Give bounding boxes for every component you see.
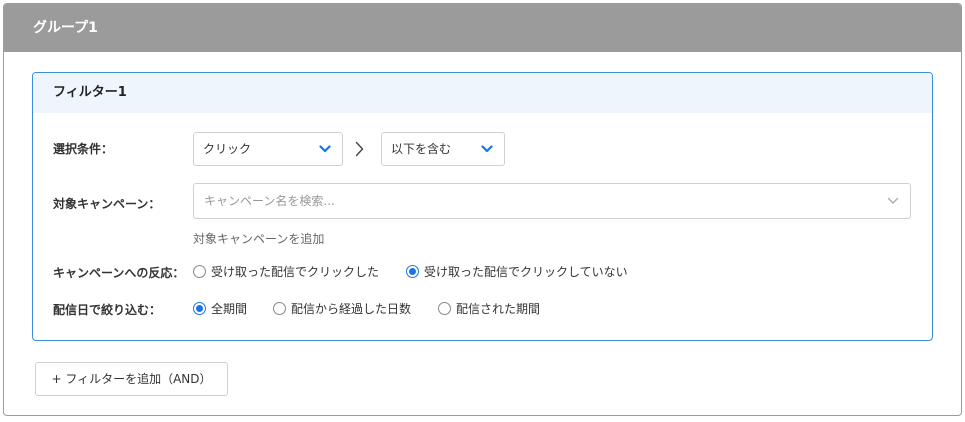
radio-label: 配信から経過した日数 bbox=[291, 302, 412, 316]
radio-selected-icon bbox=[406, 265, 419, 278]
radio-selected-icon bbox=[193, 302, 206, 315]
date-radio-days-since[interactable]: 配信から経過した日数 bbox=[273, 300, 411, 317]
campaign-search-input[interactable] bbox=[194, 184, 854, 218]
radio-unselected-icon bbox=[438, 302, 451, 315]
condition-label: 選択条件： bbox=[53, 142, 114, 156]
reaction-label: キャンペーンへの反応： bbox=[53, 266, 185, 280]
event-select[interactable]: クリック bbox=[193, 132, 343, 166]
filter-title: フィルター1 bbox=[33, 73, 932, 113]
chevron-down-icon bbox=[318, 133, 332, 165]
filter-panel: フィルター1 選択条件： クリック 以下を含む 対象キャンペーン： 対象キャンペ… bbox=[32, 72, 933, 341]
radio-label: 全期間 bbox=[211, 302, 248, 316]
operator-select-value: 以下を含む bbox=[391, 142, 452, 156]
chevron-down-icon[interactable] bbox=[886, 184, 900, 218]
radio-unselected-icon bbox=[193, 265, 206, 278]
date-radio-all-time[interactable]: 全期間 bbox=[193, 300, 247, 317]
event-select-value: クリック bbox=[203, 142, 252, 156]
reaction-radio-clicked[interactable]: 受け取った配信でクリックした bbox=[193, 263, 379, 280]
add-filter-button[interactable]: + フィルターを追加（AND） bbox=[35, 362, 228, 396]
campaign-search-field[interactable] bbox=[193, 183, 911, 219]
add-campaign-link[interactable]: 対象キャンペーンを追加 bbox=[193, 230, 324, 247]
radio-label: 受け取った配信でクリックしていない bbox=[424, 265, 628, 279]
group-panel: グループ1 フィルター1 選択条件： クリック 以下を含む 対象キャンペーン： bbox=[3, 3, 962, 416]
radio-unselected-icon bbox=[273, 302, 286, 315]
reaction-radio-not-clicked[interactable]: 受け取った配信でクリックしていない bbox=[406, 263, 628, 280]
radio-label: 受け取った配信でクリックした bbox=[211, 265, 380, 279]
date-filter-label: 配信日で絞り込む： bbox=[53, 303, 162, 317]
operator-select[interactable]: 以下を含む bbox=[381, 132, 505, 166]
date-radio-period[interactable]: 配信された期間 bbox=[438, 300, 540, 317]
chevron-right-icon bbox=[352, 139, 366, 159]
campaign-label: 対象キャンペーン： bbox=[53, 197, 161, 211]
group-title: グループ1 bbox=[4, 4, 961, 52]
chevron-down-icon bbox=[480, 133, 494, 165]
radio-label: 配信された期間 bbox=[456, 302, 541, 316]
